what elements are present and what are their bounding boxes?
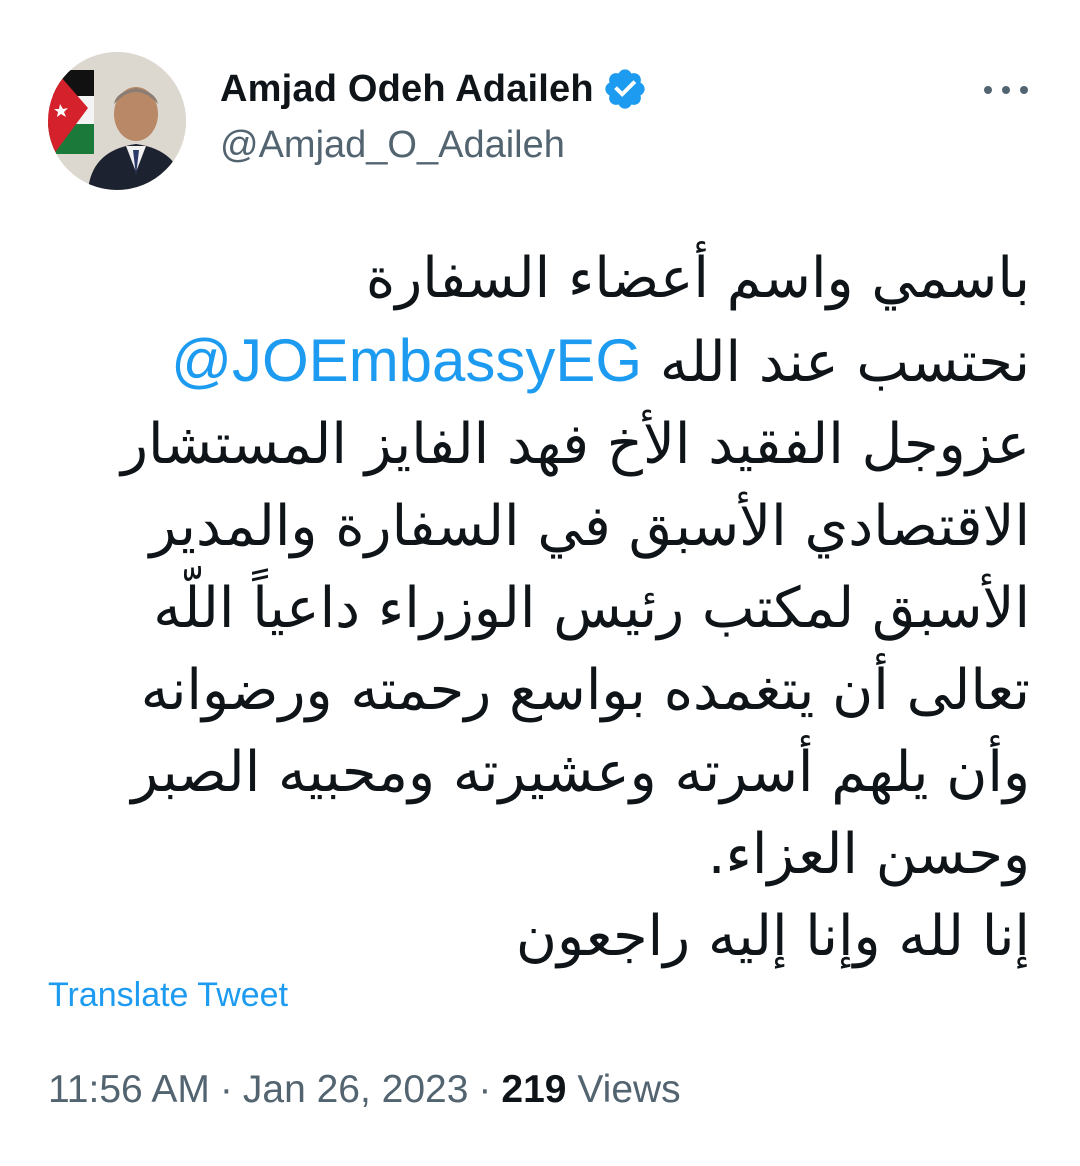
tweet-line: الأسبق لمكتب رئيس الوزراء داعياً اللّه bbox=[153, 576, 1030, 641]
profile-photo-icon bbox=[48, 52, 186, 190]
tweet-date[interactable]: Jan 26, 2023 bbox=[243, 1068, 469, 1111]
author-handle[interactable]: @Amjad_O_Adaileh bbox=[220, 124, 565, 167]
translate-tweet-link[interactable]: Translate Tweet bbox=[48, 976, 288, 1015]
meta-separator: · bbox=[219, 1068, 233, 1111]
mention-link[interactable]: @JOEmbassyEG bbox=[171, 327, 642, 394]
tweet-meta: 11:56 AM · Jan 26, 2023 · 219 Views bbox=[48, 1068, 681, 1112]
more-dot bbox=[1020, 86, 1028, 94]
tweet-line: عزوجل الفقيد الأخ فهد الفايز المستشار bbox=[121, 412, 1030, 477]
tweet-line: وأن يلهم أسرته وعشيرته ومحبيه الصبر bbox=[131, 740, 1030, 805]
more-dot bbox=[1002, 86, 1010, 94]
tweet-line-text: نحتسب عند الله bbox=[659, 330, 1030, 395]
tweet-line: تعالى أن يتغمده بواسع رحمته ورضوانه bbox=[140, 658, 1030, 723]
avatar[interactable] bbox=[48, 52, 186, 190]
tweet-line: وحسن العزاء. bbox=[707, 822, 1030, 887]
more-dot bbox=[984, 86, 992, 94]
views-count: 219 bbox=[501, 1068, 567, 1111]
tweet-card: Amjad Odeh Adaileh @Amjad_O_Adaileh باسم… bbox=[0, 0, 1080, 1166]
tweet-line-with-mention: نحتسب عند الله @JOEmbassyEG bbox=[48, 320, 1030, 404]
author-display-name[interactable]: Amjad Odeh Adaileh bbox=[220, 68, 594, 111]
verified-badge-icon bbox=[602, 66, 648, 112]
tweet-line: الاقتصادي الأسبق في السفارة والمدير bbox=[149, 494, 1031, 559]
tweet-time[interactable]: 11:56 AM bbox=[48, 1068, 210, 1111]
author-name-row: Amjad Odeh Adaileh bbox=[220, 66, 648, 112]
tweet-line: إنا لله وإنا إليه راجعون bbox=[515, 904, 1030, 969]
more-options-icon[interactable] bbox=[984, 72, 1028, 108]
meta-separator: · bbox=[478, 1068, 492, 1111]
views-label: Views bbox=[577, 1068, 681, 1111]
tweet-text: باسمي واسم أعضاء السفارة نحتسب عند الله … bbox=[48, 238, 1030, 978]
tweet-line: باسمي واسم أعضاء السفارة bbox=[365, 246, 1030, 311]
